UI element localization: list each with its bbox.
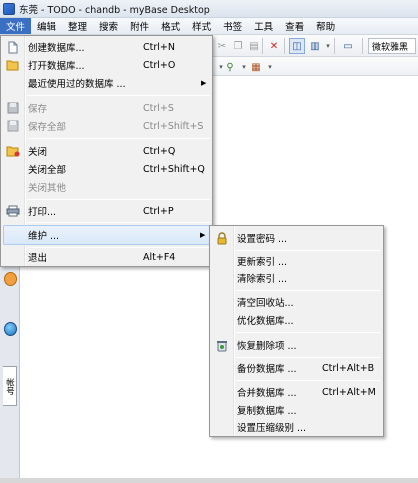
open-folder-icon bbox=[6, 58, 20, 72]
delete-icon[interactable]: ✕ bbox=[266, 38, 282, 54]
menu-item-empty-recycle-bin[interactable]: 清空回收站... bbox=[212, 292, 381, 312]
menu-item-compression-level[interactable]: 设置压缩级别 ... bbox=[212, 417, 381, 437]
menu-edit[interactable]: 编辑 bbox=[31, 18, 62, 34]
cut-icon[interactable]: ✂ bbox=[214, 38, 230, 54]
menu-separator bbox=[27, 95, 210, 96]
menu-separator bbox=[236, 380, 381, 381]
menu-item-exit[interactable]: 退出 Alt+F4 bbox=[3, 247, 210, 267]
menu-organize[interactable]: 整理 bbox=[62, 18, 93, 34]
globe-icon[interactable] bbox=[4, 322, 17, 336]
toolbar-divider bbox=[362, 38, 363, 54]
toolbar-divider bbox=[334, 38, 335, 54]
menu-item-close-others[interactable]: 关闭其他 bbox=[3, 177, 210, 197]
menu-search[interactable]: 搜索 bbox=[93, 18, 124, 34]
menu-item-clear-index[interactable]: 清除索引 ... bbox=[212, 268, 381, 288]
menu-separator bbox=[27, 222, 210, 223]
paste-icon[interactable]: ▤ bbox=[246, 38, 262, 54]
menu-bookmarks[interactable]: 书签 bbox=[217, 18, 248, 34]
menu-view[interactable]: 查看 bbox=[279, 18, 310, 34]
menu-item-open-database[interactable]: 打开数据库... Ctrl+O bbox=[3, 55, 210, 75]
menu-item-recent-databases[interactable]: 最近使用过的数据库 ... ▶ bbox=[3, 73, 210, 93]
menu-format[interactable]: 格式 bbox=[155, 18, 186, 34]
menu-item-restore-deleted[interactable]: 恢复删除项 ... bbox=[212, 335, 381, 355]
close-folder-icon bbox=[6, 144, 20, 158]
menu-separator bbox=[27, 199, 210, 200]
toolbar-divider bbox=[262, 38, 263, 54]
toolbar-divider bbox=[284, 38, 285, 54]
save-icon bbox=[6, 101, 20, 115]
window-icon[interactable]: ▭ bbox=[340, 38, 356, 54]
menu-item-create-database[interactable]: 创建数据库... Ctrl+N bbox=[3, 37, 210, 57]
recycle-restore-icon bbox=[215, 338, 229, 352]
bookmark-icon[interactable] bbox=[4, 272, 17, 286]
menu-separator bbox=[236, 290, 381, 291]
maintenance-submenu: 设置密码 ... 更新索引 ... 清除索引 ... 清空回收站... 优化数据… bbox=[209, 225, 384, 437]
printer-icon bbox=[6, 204, 20, 218]
menu-item-backup-database[interactable]: 备份数据库 ... Ctrl+Alt+B bbox=[212, 358, 381, 378]
menu-item-save[interactable]: 保存 Ctrl+S bbox=[3, 98, 210, 118]
layout-split-icon[interactable]: ◫ bbox=[289, 38, 305, 54]
submenu-arrow-icon: ▶ bbox=[201, 79, 207, 87]
menu-item-set-password[interactable]: 设置密码 ... bbox=[212, 228, 381, 248]
file-menu: 创建数据库... Ctrl+N 打开数据库... Ctrl+O 最近使用过的数据… bbox=[0, 35, 213, 267]
title-bar: 东莞 - TODO - chandb - myBase Desktop bbox=[0, 0, 418, 18]
new-document-icon bbox=[6, 40, 20, 54]
lock-icon bbox=[215, 231, 229, 245]
menu-item-save-all[interactable]: 保存全部 Ctrl+Shift+S bbox=[3, 116, 210, 136]
menu-item-merge-database[interactable]: 合并数据库 ... Ctrl+Alt+M bbox=[212, 382, 381, 402]
tab-accounts[interactable]: 帐号 bbox=[3, 366, 17, 406]
save-all-icon bbox=[6, 119, 20, 133]
menu-item-close[interactable]: 关闭 Ctrl+Q bbox=[3, 141, 210, 161]
window-title: 东莞 - TODO - chandb - myBase Desktop bbox=[19, 4, 210, 16]
menu-item-close-all[interactable]: 关闭全部 Ctrl+Shift+Q bbox=[3, 159, 210, 179]
chevron-down-icon[interactable]: ▾ bbox=[262, 59, 278, 75]
menu-help[interactable]: 帮助 bbox=[310, 18, 341, 34]
menu-item-print[interactable]: 打印... Ctrl+P bbox=[3, 201, 210, 221]
menu-item-optimize-database[interactable]: 优化数据库... bbox=[212, 310, 381, 330]
menu-tools[interactable]: 工具 bbox=[248, 18, 279, 34]
menu-bar: 文件 编辑 整理 搜索 附件 格式 样式 书签 工具 查看 帮助 bbox=[0, 18, 418, 35]
menu-separator bbox=[236, 332, 381, 333]
font-select[interactable]: 微软雅黑 bbox=[368, 38, 416, 54]
status-strip bbox=[0, 478, 418, 483]
copy-icon[interactable]: ❐ bbox=[230, 38, 246, 54]
menu-separator bbox=[27, 138, 210, 139]
menu-attachments[interactable]: 附件 bbox=[124, 18, 155, 34]
app-icon bbox=[3, 2, 15, 15]
menu-file[interactable]: 文件 bbox=[0, 18, 32, 34]
submenu-arrow-icon: ▶ bbox=[200, 231, 206, 239]
menu-style[interactable]: 样式 bbox=[186, 18, 217, 34]
menu-item-maintenance[interactable]: 维护 ... ▶ bbox=[3, 225, 210, 245]
